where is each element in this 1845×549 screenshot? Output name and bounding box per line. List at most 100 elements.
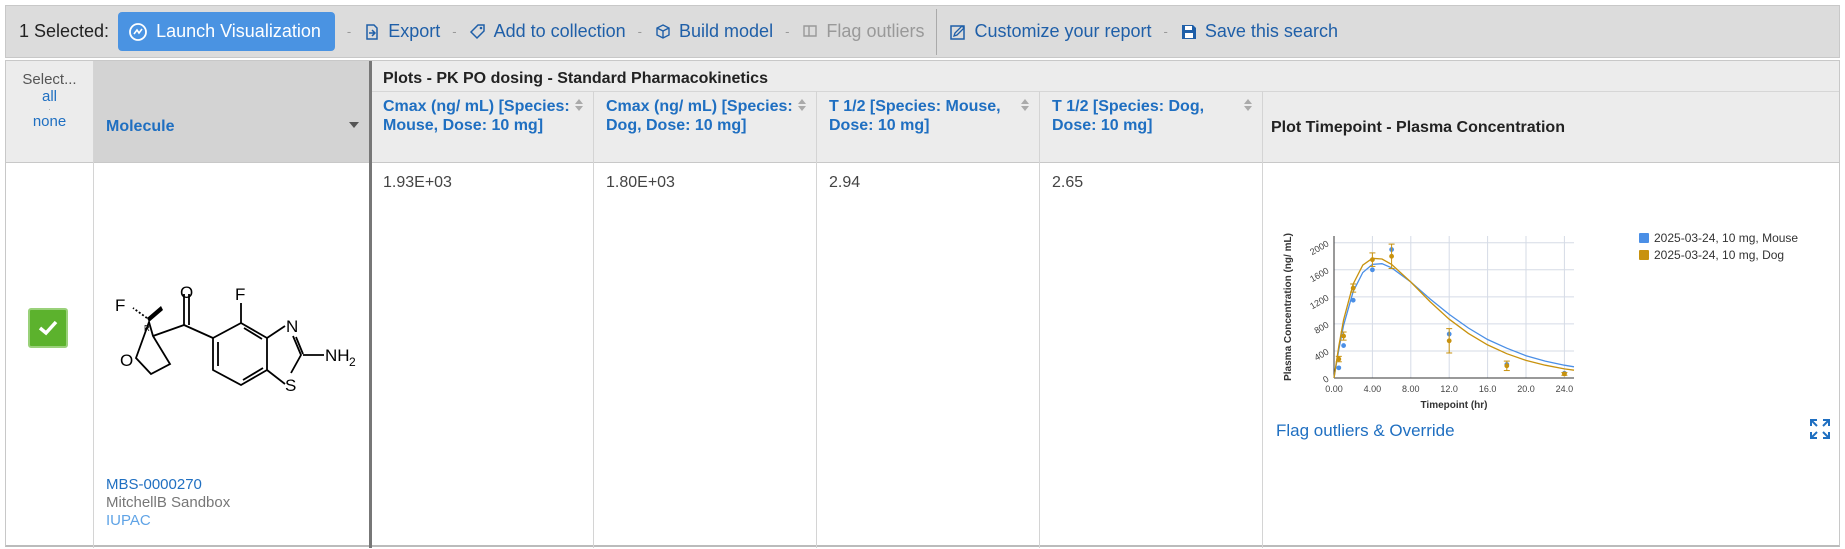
edit-report-icon xyxy=(950,24,966,40)
plasma-concentration-chart[interactable]: 0.00 4.00 8.00 12.0 16.0 20.0 24.0040080012001… xyxy=(1274,196,1639,411)
chart-legend: 2025-03-24, 10 mg, Mouse 2025-03-24, 10 … xyxy=(1639,229,1798,263)
expand-icon[interactable] xyxy=(1809,418,1831,440)
add-to-collection-label: Add to collection xyxy=(493,21,626,41)
column-divider xyxy=(816,91,817,548)
column-divider xyxy=(1039,91,1040,548)
select-all-link[interactable]: all xyxy=(42,88,57,105)
column-header-label: T 1/2 [Species: Mouse, Dose: 10 mg] xyxy=(829,98,1001,134)
fluorine-label: F xyxy=(115,296,125,315)
amine-subscript: 2 xyxy=(349,355,356,369)
column-header-t-half-dog[interactable]: T 1/2 [Species: Dog, Dose: 10 mg] xyxy=(1040,91,1262,162)
data-point-mouse xyxy=(1350,297,1356,303)
legend-label-mouse: 2025-03-24, 10 mg, Mouse xyxy=(1654,230,1799,245)
toolbar-divider xyxy=(936,8,938,55)
select-separator: · xyxy=(48,104,51,114)
column-divider xyxy=(593,91,594,548)
select-none-link[interactable]: none xyxy=(33,113,66,130)
toolbar-separator: - xyxy=(785,24,790,39)
checkmark-icon xyxy=(38,320,58,336)
results-table: Select... all · none Molecule Plots - PK… xyxy=(5,60,1840,548)
chevron-down-icon[interactable] xyxy=(349,122,359,128)
iupac-link[interactable]: IUPAC xyxy=(106,512,151,529)
column-header-cmax-mouse[interactable]: Cmax (ng/ mL) [Species: Mouse, Dose: 10 … xyxy=(371,91,593,162)
legend-item-dog[interactable]: 2025-03-24, 10 mg, Dog xyxy=(1639,246,1798,263)
y-tick-label: 1200 xyxy=(1308,293,1330,312)
flag-icon xyxy=(803,24,818,37)
molecule-header-label: Molecule xyxy=(106,118,175,135)
y-tick-label: 400 xyxy=(1312,347,1330,363)
fit-curve-mouse xyxy=(1333,263,1575,379)
column-header-label: Cmax (ng/ mL) [Species: Mouse, Dose: 10 … xyxy=(383,98,570,134)
toolbar-separator: - xyxy=(346,24,352,39)
y-axis-label: Plasma Concentration (ng/ mL) xyxy=(1283,233,1294,381)
oxygen-label: O xyxy=(180,283,193,302)
data-point-dog xyxy=(1389,253,1394,259)
x-tick-label: 16.0 xyxy=(1479,384,1497,394)
sort-icon[interactable] xyxy=(575,99,583,111)
x-tick-label: 0.00 xyxy=(1325,384,1343,394)
sort-icon[interactable] xyxy=(1021,99,1029,111)
toolbar-separator: - xyxy=(637,24,643,39)
select-label: Select... xyxy=(22,71,77,88)
legend-label-dog: 2025-03-24, 10 mg, Dog xyxy=(1654,247,1785,262)
column-header-label: Cmax (ng/ mL) [Species: Dog, Dose: 10 mg… xyxy=(606,98,793,134)
customize-report-label: Customize your report xyxy=(974,21,1152,41)
save-search-label: Save this search xyxy=(1204,21,1338,41)
x-tick-label: 4.00 xyxy=(1364,384,1382,394)
column-divider xyxy=(93,61,94,548)
build-model-button[interactable]: Build model xyxy=(654,21,773,42)
cube-icon xyxy=(656,23,670,39)
row-select-checkbox[interactable] xyxy=(28,308,68,348)
x-axis-label: Timepoint (hr) xyxy=(1420,400,1487,411)
molecule-column-header[interactable]: Molecule xyxy=(94,61,371,162)
plot-column-header: Plot Timepoint - Plasma Concentration xyxy=(1271,119,1565,136)
launch-visualization-button[interactable]: Launch Visualization xyxy=(118,12,335,51)
column-header-label: T 1/2 [Species: Dog, Dose: 10 mg] xyxy=(1052,98,1205,134)
data-point-dog xyxy=(1504,363,1510,369)
data-point-dog xyxy=(1370,257,1375,263)
y-tick-label: 1600 xyxy=(1308,265,1330,284)
header-bottom-border xyxy=(6,162,1839,163)
customize-report-button[interactable]: Customize your report xyxy=(949,21,1152,42)
visualization-icon xyxy=(129,22,147,41)
flag-outliers-override-link[interactable]: Flag outliers & Override xyxy=(1276,421,1455,441)
add-to-collection-button[interactable]: Add to collection xyxy=(469,21,626,42)
legend-swatch-dog xyxy=(1639,249,1649,260)
data-point-dog xyxy=(1446,338,1452,344)
nitrogen-label: N xyxy=(286,317,298,336)
fluorine-label: F xyxy=(235,285,245,304)
data-point-dog xyxy=(1350,285,1356,291)
x-tick-label: 24.0 xyxy=(1556,384,1574,394)
save-search-button[interactable]: Save this search xyxy=(1180,21,1338,42)
molecule-structure: F R O O F N S NH 2 xyxy=(115,283,356,395)
column-header-cmax-dog[interactable]: Cmax (ng/ mL) [Species: Dog, Dose: 10 mg… xyxy=(594,91,816,162)
sort-icon[interactable] xyxy=(798,99,806,111)
cell-cmax-mouse: 1.93E+03 xyxy=(383,174,452,191)
save-icon xyxy=(1181,24,1196,39)
stereo-label: R xyxy=(144,324,150,333)
export-label: Export xyxy=(388,21,441,41)
column-header-t-half-mouse[interactable]: T 1/2 [Species: Mouse, Dose: 10 mg] xyxy=(817,91,1039,162)
molecule-project: MitchellB Sandbox xyxy=(106,494,231,511)
sulfur-label: S xyxy=(285,376,296,395)
flag-outliers-button[interactable]: Flag outliers xyxy=(801,21,924,42)
molecule-id-link[interactable]: MBS-0000270 xyxy=(106,476,202,493)
data-point-mouse xyxy=(1341,343,1346,348)
data-point-dog xyxy=(1336,356,1342,362)
launch-visualization-label: Launch Visualization xyxy=(156,21,321,41)
x-tick-label: 8.00 xyxy=(1402,384,1420,394)
legend-swatch-mouse xyxy=(1639,232,1649,243)
group-title: Plots - PK PO dosing - Standard Pharmaco… xyxy=(383,70,768,87)
data-point-mouse xyxy=(1370,267,1375,273)
legend-item-mouse[interactable]: 2025-03-24, 10 mg, Mouse xyxy=(1639,229,1798,246)
cell-t-half-mouse: 2.94 xyxy=(829,174,861,191)
export-button[interactable]: Export xyxy=(363,21,440,42)
selected-count: 1 Selected: xyxy=(19,21,110,41)
cell-cmax-dog: 1.80E+03 xyxy=(606,174,675,191)
column-divider xyxy=(1262,91,1263,548)
tag-add-icon xyxy=(469,23,485,39)
toolbar-separator: - xyxy=(1163,24,1168,39)
toolbar-separator: - xyxy=(452,24,457,39)
export-icon xyxy=(366,23,378,40)
sort-icon[interactable] xyxy=(1244,99,1252,111)
